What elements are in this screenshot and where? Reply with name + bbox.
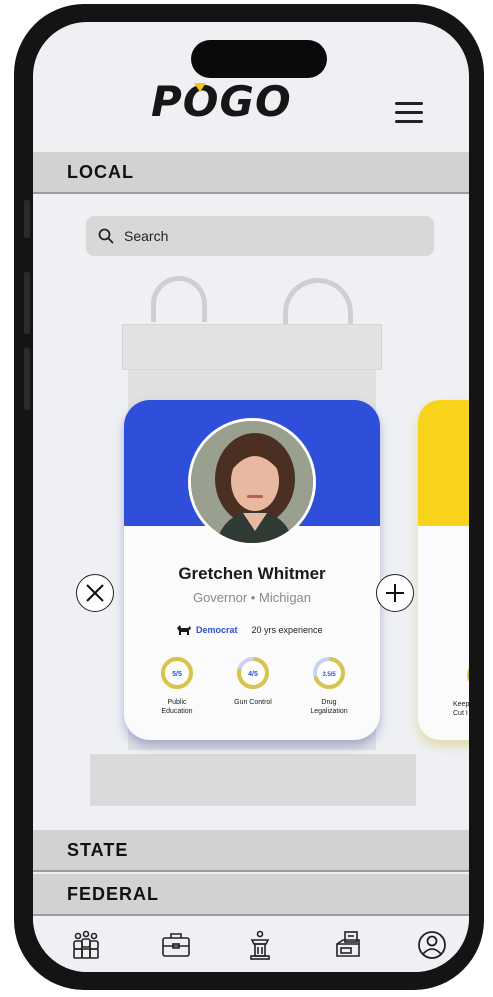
rating-score: 3.5/5 <box>322 672 336 678</box>
next-candidate-card[interactable] <box>418 400 469 740</box>
search-icon <box>98 228 114 244</box>
nav-profile[interactable] <box>415 928 449 962</box>
next-rating-label: Keep Cut I <box>453 701 469 718</box>
issue-ratings: 5/5 Public Education 4/5 Gun Control 3.5… <box>142 656 364 716</box>
section-state-label: STATE <box>67 839 129 860</box>
rating-ring: 4/5 <box>237 657 269 689</box>
nav-people[interactable] <box>69 928 103 962</box>
donkey-icon <box>177 625 191 635</box>
next-card-header <box>418 400 469 526</box>
side-button <box>24 348 30 410</box>
party-row: Democrat 20 yrs experience <box>176 624 323 636</box>
section-state[interactable]: STATE <box>33 830 469 872</box>
candidate-name: Gretchen Whitmer <box>178 564 326 583</box>
side-button <box>24 200 30 238</box>
rating-score: 4/5 <box>248 671 258 678</box>
side-button <box>24 272 30 334</box>
plus-icon <box>386 584 404 602</box>
section-local-label: LOCAL <box>67 161 134 182</box>
app-screen: POGO LOCAL Search Gretchen Whitmer Gover… <box>33 22 469 972</box>
rating-item[interactable]: 3.5/5 Drug Legalization <box>294 656 364 716</box>
rating-label: Gun Control <box>234 699 272 706</box>
role-separator: • <box>250 590 256 605</box>
dynamic-island <box>191 40 327 78</box>
search-placeholder: Search <box>124 228 169 244</box>
podium-icon <box>250 930 270 960</box>
hamburger-menu-icon[interactable] <box>395 102 423 124</box>
rating-item[interactable]: 5/5 Public Education <box>142 656 212 716</box>
reject-button[interactable] <box>76 574 114 612</box>
logo-check-icon <box>194 83 206 92</box>
experience-label: 20 yrs experience <box>251 625 323 635</box>
add-button[interactable] <box>376 574 414 612</box>
candidate-photo <box>188 418 316 546</box>
rating-ring: 3.5/5 <box>313 657 345 689</box>
ballot-box-icon <box>336 931 360 957</box>
rating-ring: 5/5 <box>161 657 193 689</box>
party-badge: Democrat <box>176 624 238 636</box>
people-icon <box>73 930 99 959</box>
party-label: Democrat <box>196 625 238 635</box>
close-icon <box>86 584 104 602</box>
search-input[interactable]: Search <box>86 216 434 256</box>
podium-mic-right <box>283 278 353 324</box>
section-federal-label: FEDERAL <box>67 883 159 904</box>
candidate-title: Governor <box>192 590 248 605</box>
profile-icon <box>418 931 446 959</box>
rating-label: Drug Legalization <box>310 699 348 716</box>
podium-mic-left <box>151 276 207 322</box>
candidate-role: Governor • Michigan <box>124 590 380 605</box>
section-federal[interactable]: FEDERAL <box>33 874 469 916</box>
briefcase-icon <box>162 933 190 957</box>
rating-score: 5/5 <box>172 671 182 678</box>
pogo-logo: POGO <box>151 77 292 126</box>
podium-base <box>90 754 416 806</box>
bottom-nav <box>33 918 469 972</box>
nav-podium[interactable] <box>243 928 277 962</box>
nav-ballot[interactable] <box>331 928 365 962</box>
rating-item[interactable]: 4/5 Gun Control <box>218 656 288 716</box>
candidate-card[interactable]: Gretchen Whitmer Governor • Michigan Dem… <box>124 400 380 740</box>
nav-briefcase[interactable] <box>159 928 193 962</box>
section-local[interactable]: LOCAL <box>33 152 469 194</box>
candidate-location: Michigan <box>258 590 312 605</box>
podium-top <box>122 324 382 370</box>
rating-label: Public Education <box>161 699 193 716</box>
